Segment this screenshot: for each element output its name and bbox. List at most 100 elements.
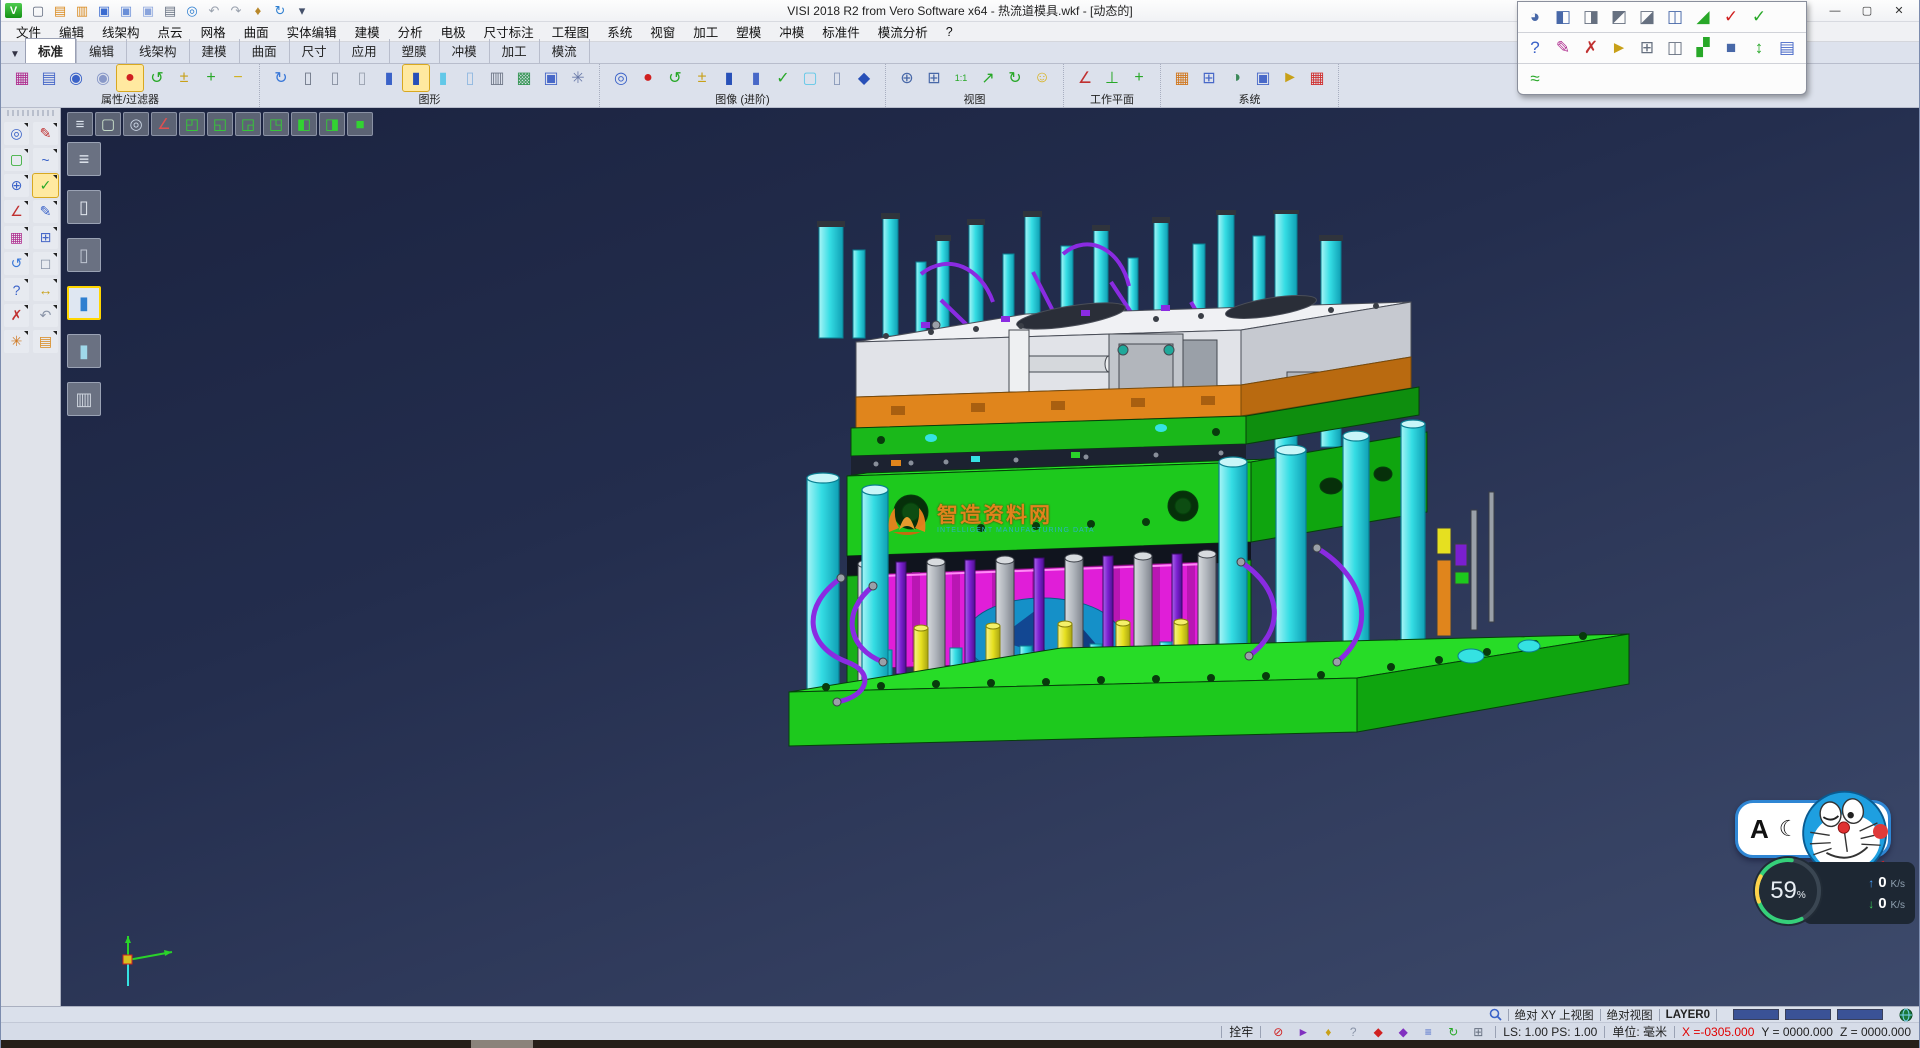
view-bottom-icon[interactable]: ◱ <box>207 112 233 136</box>
import-icon[interactable]: ▥ <box>72 2 92 20</box>
pipe-wire-icon[interactable]: ≈ <box>1521 66 1549 92</box>
rotate-status-icon[interactable]: ↻ <box>1443 1024 1463 1040</box>
preview-zoom-icon[interactable]: ◎ <box>4 122 29 145</box>
attributes-palette-icon[interactable]: ▦ <box>4 226 29 249</box>
adv-shield-icon[interactable]: ◆ <box>851 65 877 91</box>
hatched-display-icon[interactable]: ▥ <box>484 65 510 91</box>
regenerate-icon[interactable]: ↺ <box>4 252 29 275</box>
verify-green-icon[interactable]: ✓ <box>1745 4 1773 30</box>
view-top-icon[interactable]: ◰ <box>179 112 205 136</box>
toggle-filter-icon[interactable]: ± <box>171 65 197 91</box>
dashed-hidden-icon[interactable]: ▯ <box>349 65 375 91</box>
transform-solid-icon[interactable]: ◪ <box>1633 4 1661 30</box>
list-item[interactable]: 冲模 <box>770 20 813 43</box>
save-all-icon[interactable]: ▣ <box>138 2 158 20</box>
transparent-display-icon[interactable]: ▮ <box>67 334 101 368</box>
hidden-line-icon[interactable]: ▯ <box>322 65 348 91</box>
ucs-view-icon[interactable]: ∠ <box>151 112 177 136</box>
adv-wireframe-icon[interactable]: ▯ <box>824 65 850 91</box>
pick-hand-icon[interactable]: ► <box>1277 65 1303 91</box>
solid-snap-icon[interactable]: ◆ <box>1368 1024 1388 1040</box>
redo-icon[interactable]: ↷ <box>226 2 246 20</box>
snap-disable-icon[interactable]: ⊘ <box>1268 1024 1288 1040</box>
display-menu-icon[interactable]: ≡ <box>67 142 101 176</box>
search-icon[interactable] <box>1489 1008 1502 1021</box>
workplane-set-icon[interactable]: + <box>1126 65 1152 91</box>
subtract-solid-icon[interactable]: ◢ <box>1689 4 1717 30</box>
adv-bar1-icon[interactable]: ▮ <box>716 65 742 91</box>
adv-traffic-light-icon[interactable]: ● <box>635 65 661 91</box>
wire-display-icon[interactable]: ▯ <box>67 190 101 224</box>
pushpull-icon[interactable]: ► <box>1605 35 1633 61</box>
sphere-section-icon[interactable]: ◕ <box>1521 4 1549 30</box>
layer-color-swatch[interactable] <box>1785 1009 1831 1020</box>
tab-overflow-arrow[interactable]: ▼ <box>5 45 25 63</box>
active-layer-label[interactable]: LAYER0 <box>1666 1009 1710 1021</box>
list-item[interactable]: 尺寸 <box>289 39 339 63</box>
view-menu-icon[interactable]: ≡ <box>67 112 93 136</box>
copy-attributes-icon[interactable]: ▤ <box>36 65 62 91</box>
palette-help-icon[interactable]: ? <box>1521 35 1549 61</box>
zoom-in-icon[interactable]: ⊕ <box>894 65 920 91</box>
list-item[interactable]: 塑模 <box>727 20 770 43</box>
list-item[interactable]: 模流 <box>539 39 590 63</box>
ucs-axes-icon[interactable]: ∠ <box>4 200 29 223</box>
render-solid-icon[interactable]: ✎ <box>1549 35 1577 61</box>
adv-show-icon[interactable]: ◎ <box>608 65 634 91</box>
shield-snap-icon[interactable]: ◆ <box>1393 1024 1413 1040</box>
mirror-solid-icon[interactable]: ▞ <box>1689 35 1717 61</box>
rotate-view-icon[interactable]: ↻ <box>1002 65 1028 91</box>
grid-settings-icon[interactable]: ▦ <box>1304 65 1330 91</box>
recolor-attributes-icon[interactable]: ▦ <box>9 65 35 91</box>
view-right-icon[interactable]: ◳ <box>263 112 289 136</box>
copy-solid-icon[interactable]: ⊞ <box>1633 35 1661 61</box>
view-front-icon[interactable]: ◧ <box>291 112 317 136</box>
new-icon[interactable]: ▢ <box>28 2 48 20</box>
confirm-check-icon[interactable]: ✓ <box>33 174 58 197</box>
list-item[interactable]: ? <box>937 23 962 41</box>
stamp-icon[interactable]: ♦ <box>248 2 268 20</box>
adv-refresh-icon[interactable]: ↺ <box>662 65 688 91</box>
key-snap-icon[interactable]: ♦ <box>1318 1024 1338 1040</box>
list-item[interactable]: 曲面 <box>239 39 289 63</box>
adv-bar2-icon[interactable]: ▮ <box>743 65 769 91</box>
hatch-display-icon[interactable]: ▥ <box>67 382 101 416</box>
zoom-arrow-icon[interactable]: ↗ <box>975 65 1001 91</box>
hide-entity-icon[interactable]: ◉ <box>90 65 116 91</box>
ime-notification-dot[interactable] <box>1873 824 1888 839</box>
help-question-icon[interactable]: ? <box>4 278 29 301</box>
solid-cube-icon[interactable]: ◻ <box>33 252 58 275</box>
shaded-display-icon[interactable]: ▮ <box>67 286 101 320</box>
undo-icon[interactable]: ↶ <box>204 2 224 20</box>
move-solid-icon[interactable]: ◩ <box>1605 4 1633 30</box>
zoom-actual-icon[interactable]: 1:1 <box>948 65 974 91</box>
measure-distance-icon[interactable]: ↔ <box>33 278 58 301</box>
adv-toggle-icon[interactable]: ± <box>689 65 715 91</box>
hidden-display-icon[interactable]: ▯ <box>67 238 101 272</box>
grid-status-icon[interactable]: ⊞ <box>1468 1024 1488 1040</box>
wireframe-icon[interactable]: ▯ <box>295 65 321 91</box>
color-table-icon[interactable]: ▦ <box>1169 65 1195 91</box>
section-solid-icon[interactable]: ◫ <box>1661 4 1689 30</box>
window-config-icon[interactable]: ▣ <box>1250 65 1276 91</box>
list-item[interactable]: 应用 <box>339 39 389 63</box>
list-item[interactable]: 冲模 <box>439 39 489 63</box>
toolbar-grip[interactable] <box>7 110 54 116</box>
transparent-shaded-icon[interactable]: ▮ <box>430 65 456 91</box>
zoom-entity-icon[interactable]: ⊕ <box>4 174 29 197</box>
levels-list-icon[interactable]: ≡ <box>1418 1024 1438 1040</box>
regen-display-icon[interactable]: ↻ <box>268 65 294 91</box>
delete-solid-icon[interactable]: ✗ <box>1577 35 1605 61</box>
close-button[interactable]: ✕ <box>1883 2 1915 20</box>
copy-draw-icon[interactable]: ▤ <box>1773 35 1801 61</box>
layer-color-swatch[interactable] <box>1733 1009 1779 1020</box>
print-preview-icon[interactable]: ◎ <box>182 2 202 20</box>
view-left-icon[interactable]: ◲ <box>235 112 261 136</box>
calculator-icon[interactable]: ⊞ <box>1196 65 1222 91</box>
list-item[interactable]: 标准件 <box>813 20 869 43</box>
units-label[interactable]: 单位: 毫米 <box>1612 1023 1667 1040</box>
minimize-button[interactable]: — <box>1819 2 1851 20</box>
system-options-icon[interactable]: ◑ <box>1223 65 1249 91</box>
open-edit-icon[interactable]: ▤ <box>33 330 58 353</box>
extrude-solid-icon[interactable]: ◧ <box>1549 4 1577 30</box>
